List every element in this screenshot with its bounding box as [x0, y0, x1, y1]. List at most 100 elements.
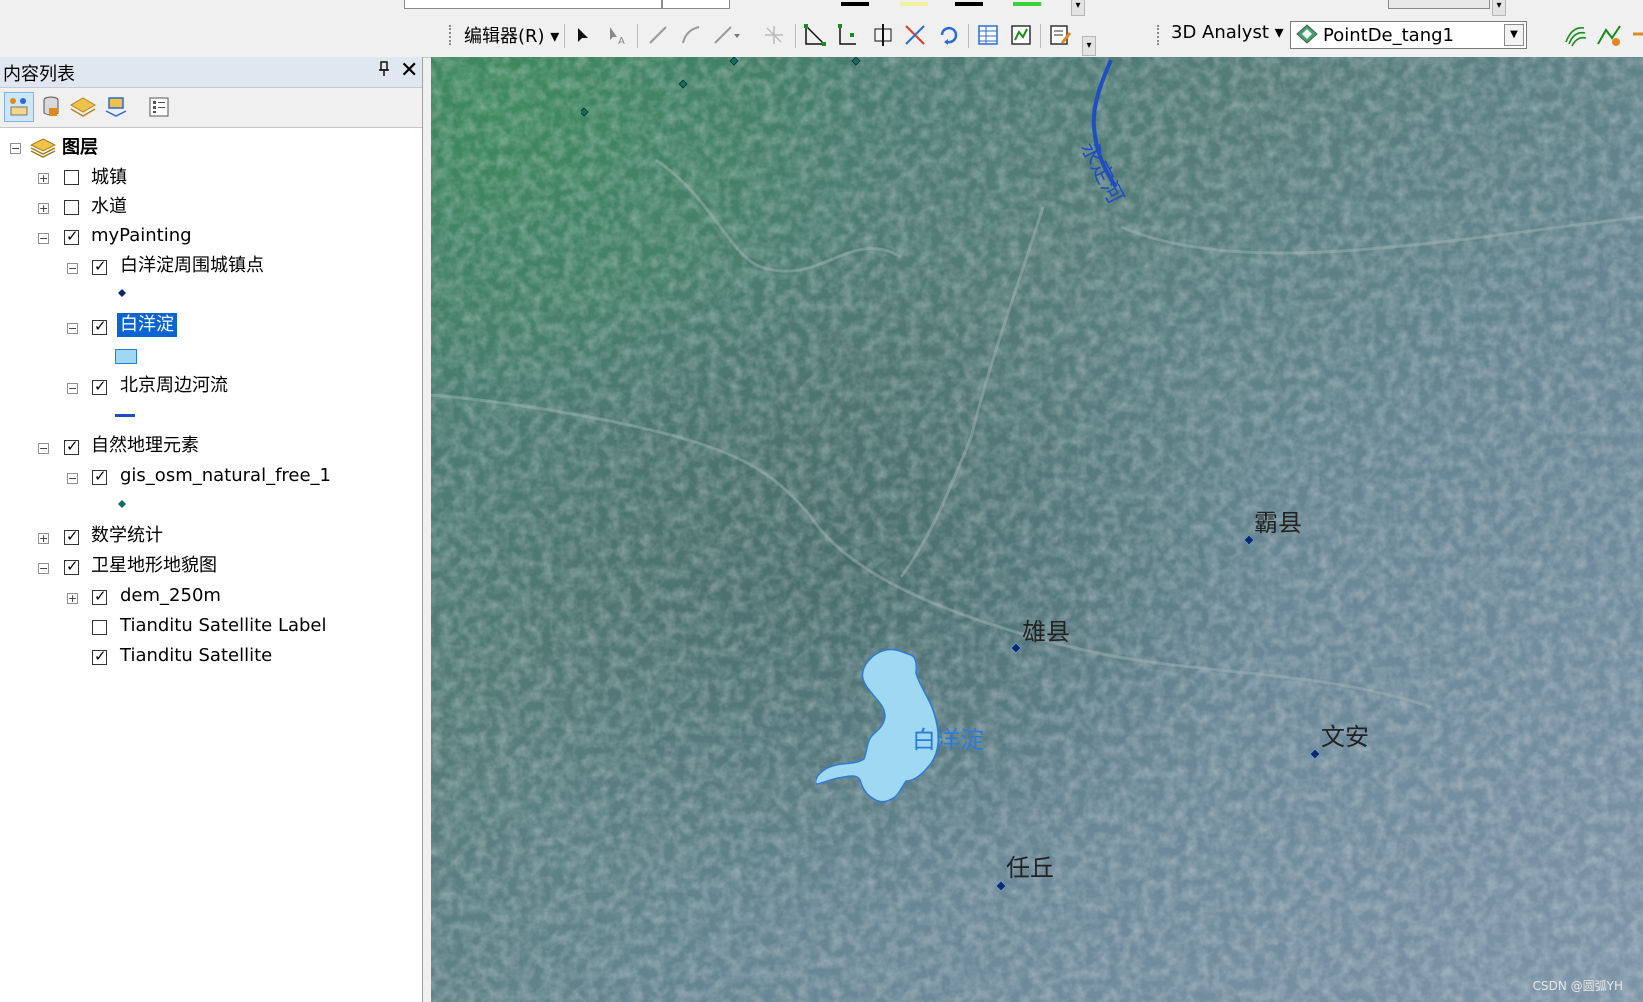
list-by-source-button[interactable]: [36, 92, 66, 122]
layer-checkbox-satellite-group[interactable]: [64, 557, 79, 575]
expand-toggle[interactable]: +: [38, 203, 49, 214]
edit-annotation-button[interactable]: A: [603, 20, 633, 50]
straight-segment-button[interactable]: [643, 20, 673, 50]
rotate-tool-button[interactable]: [933, 20, 963, 50]
layer-label[interactable]: gis_osm_natural_free_1: [120, 464, 331, 488]
top-toolbar-field-2[interactable]: [662, 0, 730, 9]
split-tool-button[interactable]: [900, 20, 930, 50]
collapse-toggle[interactable]: −: [67, 473, 78, 484]
edit-vertices-button[interactable]: [800, 20, 830, 50]
expand-toggle[interactable]: +: [67, 593, 78, 604]
editor-menu[interactable]: 编辑器(R) ▾: [464, 22, 559, 48]
layer-label[interactable]: Tianditu Satellite Label: [120, 614, 327, 638]
collapse-toggle[interactable]: −: [10, 143, 21, 154]
trace-button[interactable]: [712, 20, 742, 50]
toolbar-grip[interactable]: [449, 25, 454, 45]
layer-checkbox-dem[interactable]: [92, 587, 107, 605]
edit-vertices-icon: [804, 24, 826, 46]
layer-checkbox-tianditu-label[interactable]: [92, 620, 107, 635]
layer-checkbox-math-stats[interactable]: [64, 527, 79, 545]
sketch-properties-icon: [1011, 25, 1031, 45]
layer-checkbox-baiyangdian[interactable]: [92, 317, 107, 335]
list-by-drawing-order-button[interactable]: [4, 92, 34, 122]
layer-checkbox-mypainting[interactable]: [64, 227, 79, 245]
chevron-down-icon[interactable]: ▼: [1504, 24, 1524, 46]
line-color-swatch[interactable]: [841, 2, 869, 6]
top-toolbar-field-3[interactable]: [1388, 0, 1490, 9]
layer-root-label: 图层: [62, 137, 98, 158]
toolbar-separator: [968, 24, 969, 48]
highlight-color-swatch[interactable]: [1013, 2, 1041, 6]
expand-toggle[interactable]: +: [38, 173, 49, 184]
toolbar-separator: [564, 24, 565, 48]
natural-point-symbol-icon: [118, 500, 126, 508]
collapse-toggle[interactable]: −: [38, 443, 49, 454]
fill-color-swatch[interactable]: [900, 2, 928, 6]
toolbar-overflow-top-2[interactable]: ▾: [1492, 0, 1506, 16]
steepest-path-button[interactable]: [1594, 20, 1624, 50]
collapse-toggle[interactable]: −: [67, 323, 78, 334]
steepest-path-icon: [1597, 25, 1621, 46]
list-by-selection-button[interactable]: [101, 92, 131, 122]
toolbar-overflow-top-1[interactable]: ▾: [1071, 0, 1085, 16]
map-view[interactable]: 永定河 白洋淀 霸县 雄县 文安 任丘 CSDN @圆弧YH: [431, 57, 1643, 1002]
trace-icon: [714, 26, 740, 44]
toolbar-separator: [637, 24, 638, 48]
layer-label[interactable]: 数学统计: [91, 524, 163, 548]
create-features-icon: [1050, 25, 1072, 45]
edit-tool-button[interactable]: [568, 20, 598, 50]
layer-label[interactable]: 自然地理元素: [91, 434, 199, 458]
create-features-button[interactable]: [1045, 20, 1075, 50]
layers-stack-icon: [30, 138, 56, 158]
contour-button[interactable]: [1560, 20, 1590, 50]
layer-label[interactable]: 卫星地形地貌图: [91, 554, 217, 578]
layer-label[interactable]: 白洋淀周围城镇点: [120, 254, 264, 278]
list-by-visibility-button[interactable]: [68, 92, 98, 122]
map-label-renqiu: 任丘: [1006, 854, 1054, 882]
pin-icon[interactable]: [378, 61, 390, 81]
map-label-lake: 白洋淀: [912, 726, 984, 754]
layer-checkbox-natural[interactable]: [64, 437, 79, 455]
layer-checkbox-rivers[interactable]: [92, 377, 107, 395]
layer-select-value: PointDe_tang1: [1323, 24, 1455, 46]
collapse-toggle[interactable]: −: [38, 563, 49, 574]
rotate-icon: [940, 26, 958, 45]
map-label-wenan: 文安: [1321, 723, 1369, 751]
toolbar-overflow-button[interactable]: ▾: [1082, 36, 1096, 56]
attributes-table-icon: [978, 25, 998, 45]
watermark: CSDN @圆弧YH: [1532, 979, 1623, 993]
top-toolbar-field[interactable]: [404, 0, 662, 9]
layer-label[interactable]: Tianditu Satellite: [120, 644, 272, 668]
layer-checkbox-chengzhen[interactable]: [64, 170, 79, 185]
cut-polygons-button[interactable]: [868, 20, 898, 50]
layer-checkbox-shuidao[interactable]: [64, 200, 79, 215]
expand-toggle[interactable]: +: [38, 533, 49, 544]
midpoint-button[interactable]: [759, 20, 789, 50]
layer-label[interactable]: 北京周边河流: [120, 374, 228, 398]
split-icon: [905, 25, 925, 45]
reshape-feature-button[interactable]: [833, 20, 863, 50]
toolbar-grip[interactable]: [1157, 25, 1162, 45]
arc-segment-button[interactable]: [676, 20, 706, 50]
options-button[interactable]: [144, 92, 174, 122]
layer-select[interactable]: PointDe_tang1 ▼: [1290, 21, 1527, 49]
attributes-button[interactable]: [973, 20, 1003, 50]
layer-label[interactable]: 城镇: [91, 166, 127, 190]
collapse-toggle[interactable]: −: [67, 383, 78, 394]
sketch-properties-button[interactable]: [1006, 20, 1036, 50]
layer-label[interactable]: 水道: [91, 195, 127, 219]
layer-diamond-icon: [1296, 24, 1318, 44]
outline-color-swatch[interactable]: [955, 2, 983, 6]
collapse-toggle[interactable]: −: [38, 233, 49, 244]
layer-label[interactable]: myPainting: [91, 224, 192, 248]
close-icon[interactable]: ✕: [400, 58, 418, 83]
3d-analyst-menu[interactable]: 3D Analyst ▾: [1171, 22, 1284, 43]
layer-checkbox-tianditu[interactable]: [92, 647, 107, 665]
layer-checkbox-towns[interactable]: [92, 257, 107, 275]
layer-label-selected[interactable]: 白洋淀: [117, 313, 177, 337]
collapse-toggle[interactable]: −: [67, 263, 78, 274]
line-of-sight-button[interactable]: [1626, 20, 1643, 50]
layer-checkbox-osm-natural[interactable]: [92, 467, 107, 485]
layer-label[interactable]: dem_250m: [120, 584, 221, 608]
toc-toolbar: [0, 88, 422, 128]
